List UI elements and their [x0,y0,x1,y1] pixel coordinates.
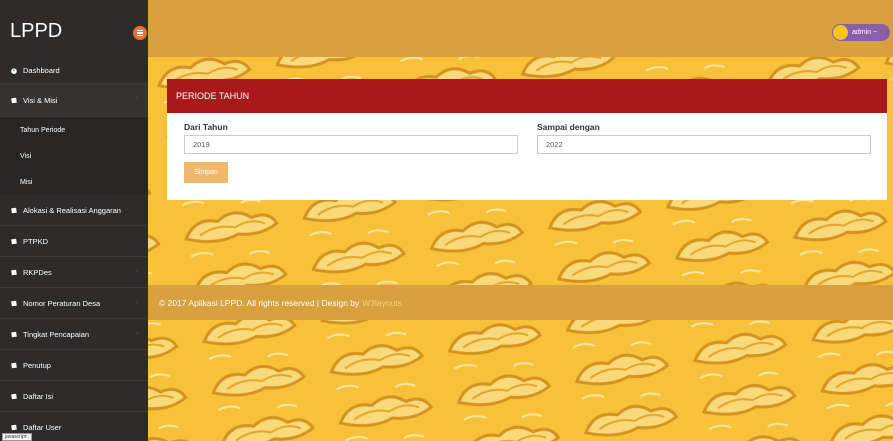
footer-link[interactable]: W3layouts [362,298,402,308]
dashboard-icon [11,67,17,74]
card-title: PERIODE TAHUN [167,79,887,113]
sidebar-item-tingkat-pencapaian[interactable]: Tingkat Pencapaian › [0,319,148,350]
to-year-label: Sampai dengan [537,122,600,132]
book-icon [11,300,17,306]
chevron-right-icon: › [136,268,139,275]
sidebar-item-label: Dashboard [23,65,60,75]
chevron-right-icon: › [136,299,139,306]
sidebar-item-daftar-isi[interactable]: Daftar Isi [0,381,148,412]
menu-toggle-icon[interactable] [133,26,147,40]
save-button[interactable]: Simpan [184,162,228,183]
book-icon [11,424,17,430]
sidebar: LPPD Dashboard Visi & Misi › Tahun Perio… [0,0,148,441]
book-icon [11,238,17,244]
sidebar-item-ptpkd[interactable]: PTPKD [0,226,148,257]
brand-logo[interactable]: LPPD [0,0,148,62]
to-year-input[interactable]: 2022 [537,135,871,154]
sidebar-item-visi-misi[interactable]: Visi & Misi › [0,84,148,117]
sidebar-item-label: Alokasi & Realisasi Anggaran [23,205,121,215]
sidebar-nav: Dashboard Visi & Misi › Tahun Periode Vi… [0,57,148,441]
sidebar-item-label: Penutup [23,360,51,370]
book-icon [11,207,17,213]
sidebar-item-label: PTPKD [23,236,49,246]
sidebar-item-label: Daftar Isi [23,391,54,401]
footer: © 2017 Aplikasi LPPD. All rights reserve… [148,285,893,320]
sidebar-item-alokasi[interactable]: Alokasi & Realisasi Anggaran [0,195,148,226]
top-bar: admin ~ [148,0,893,57]
from-year-label: Dari Tahun [184,122,228,132]
chevron-right-icon: › [136,95,139,102]
sidebar-item-tahun-periode[interactable]: Tahun Periode [0,117,148,143]
periode-card: PERIODE TAHUN Dari Tahun 2019 Sampai den… [167,79,887,200]
footer-text: © 2017 Aplikasi LPPD. All rights reserve… [159,297,360,308]
from-year-input[interactable]: 2019 [184,135,518,154]
sidebar-item-misi[interactable]: Misi [0,169,148,195]
sidebar-item-label: Nomor Peraturan Desa [23,298,101,308]
book-icon [11,362,17,368]
avatar [833,25,848,40]
sidebar-item-dashboard[interactable]: Dashboard [0,57,148,84]
book-icon [11,269,17,275]
sidebar-item-label: RKPDes [23,267,52,277]
sidebar-item-visi[interactable]: Visi [0,143,148,169]
sidebar-item-label: Tingkat Pencapaian [23,329,90,339]
user-menu-label: admin ~ [852,29,878,36]
sidebar-item-label: Visi & Misi [23,95,58,105]
book-icon [11,331,17,337]
book-icon [11,97,17,103]
sidebar-item-label: Daftar User [23,422,62,432]
sidebar-item-penutup[interactable]: Penutup [0,350,148,381]
user-menu[interactable]: admin ~ [832,24,890,41]
book-icon [11,393,17,399]
chevron-right-icon: › [136,330,139,337]
sidebar-item-nomor-peraturan[interactable]: Nomor Peraturan Desa › [0,288,148,319]
sidebar-item-rkpdes[interactable]: RKPDes › [0,257,148,288]
status-tooltip: javascript:; [2,433,32,441]
